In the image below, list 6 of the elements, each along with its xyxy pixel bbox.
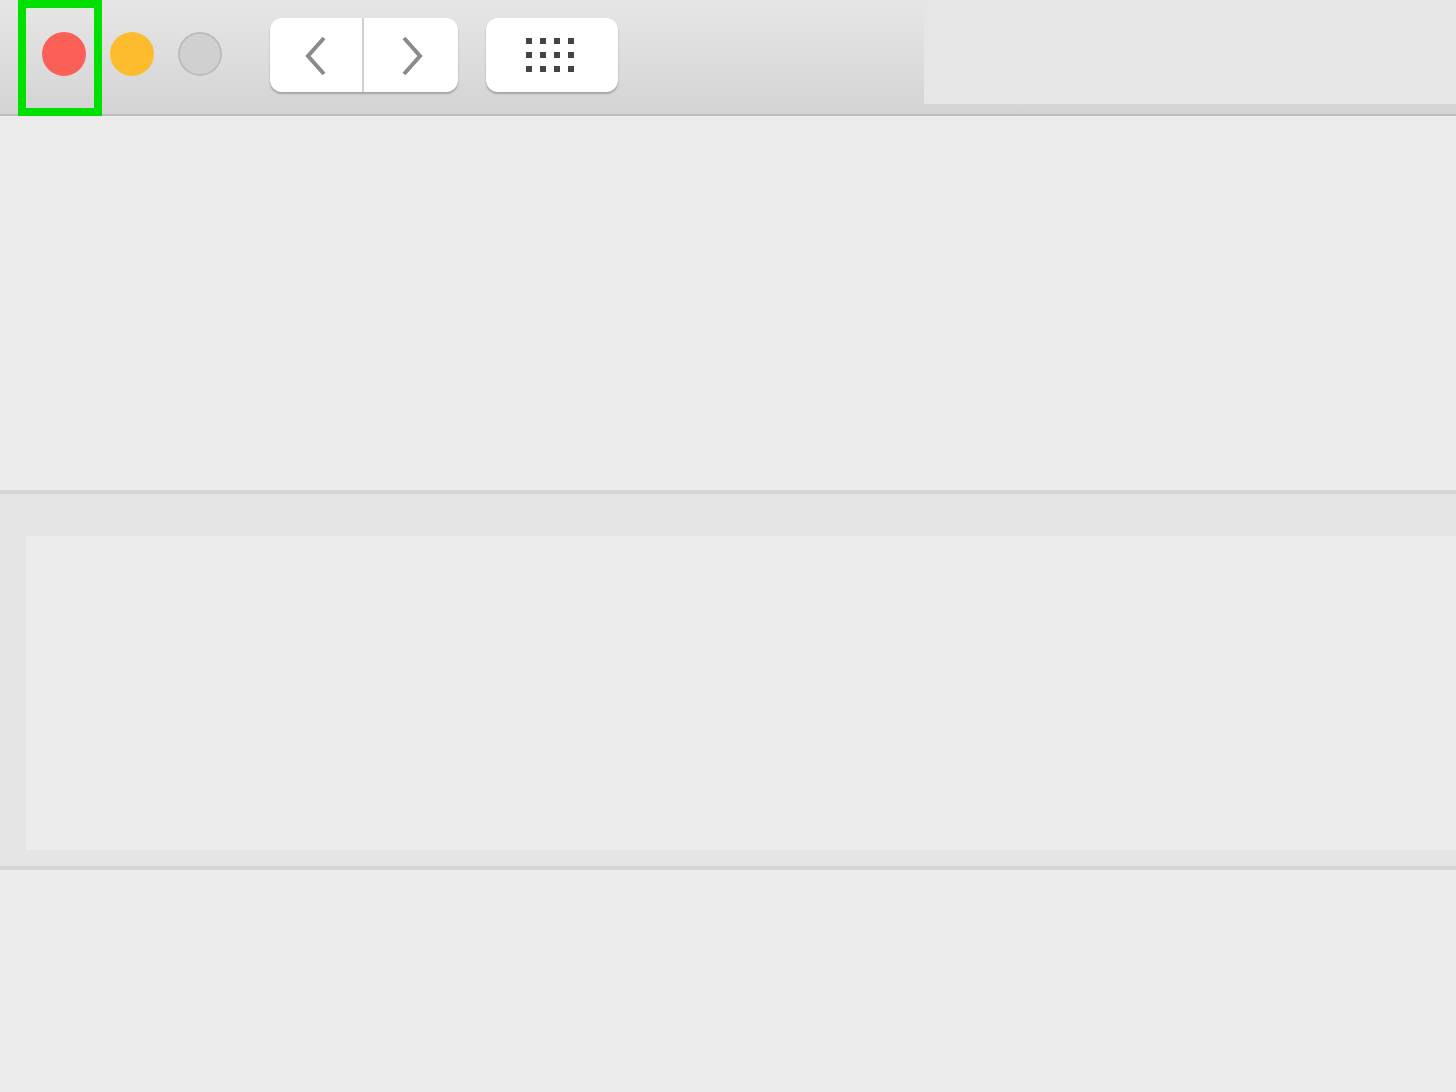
grid-icon [526,38,578,72]
forward-icon [399,35,423,75]
minimize-button[interactable] [110,32,154,76]
show-all-button[interactable] [486,18,618,92]
back-icon [304,35,328,75]
close-button[interactable] [42,32,86,76]
